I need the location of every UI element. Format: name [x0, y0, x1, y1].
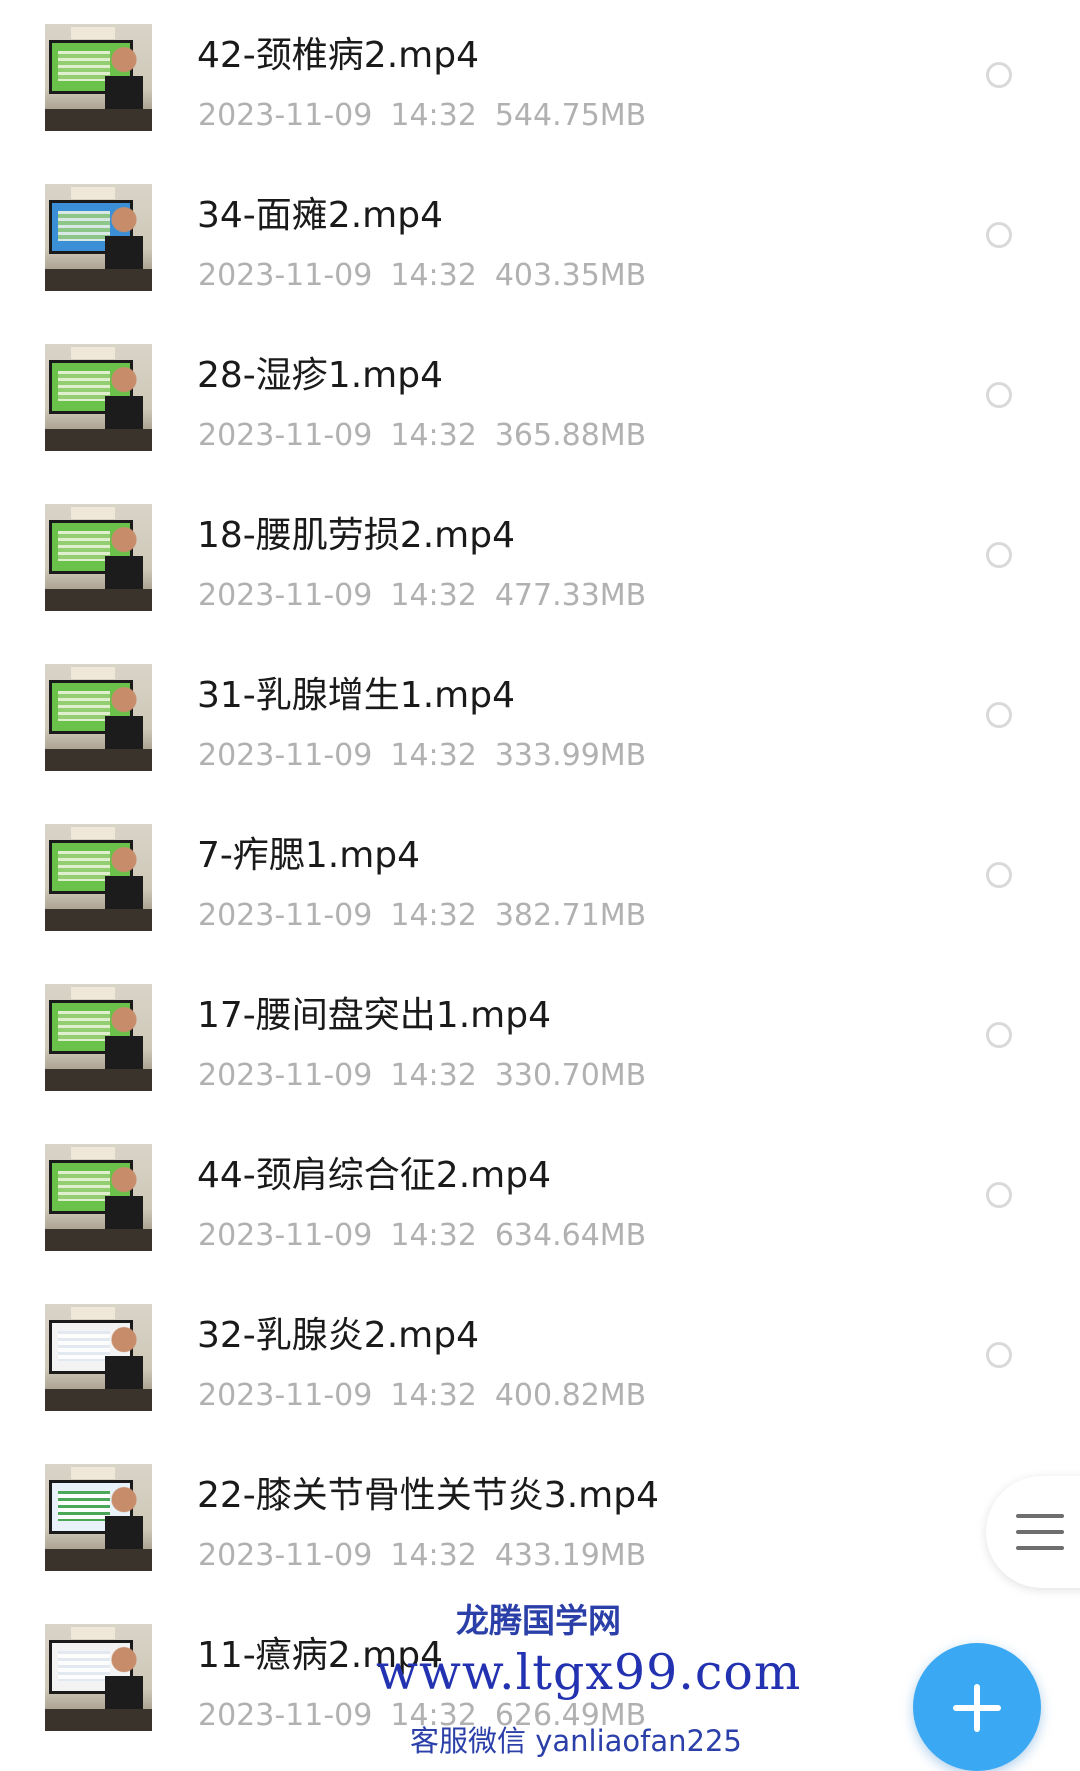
- file-size: 634.64MB: [494, 1218, 647, 1253]
- file-row[interactable]: 34-面瘫2.mp4 2023-11-09 14:32 403.35MB: [0, 160, 1080, 320]
- file-name: 44-颈肩综合征2.mp4: [197, 1155, 551, 1196]
- file-size: 365.88MB: [494, 418, 647, 453]
- video-thumbnail: [45, 664, 152, 771]
- file-date: 2023-11-09: [198, 1378, 373, 1413]
- file-name: 22-膝关节骨性关节炎3.mp4: [197, 1475, 659, 1516]
- file-name: 18-腰肌劳损2.mp4: [197, 515, 515, 556]
- video-thumbnail: [45, 1304, 152, 1411]
- file-row[interactable]: 32-乳腺炎2.mp4 2023-11-09 14:32 400.82MB: [0, 1280, 1080, 1440]
- file-time: 14:32: [390, 418, 477, 453]
- video-thumbnail: [45, 1144, 152, 1251]
- file-date: 2023-11-09: [198, 258, 373, 293]
- file-date: 2023-11-09: [198, 1538, 373, 1573]
- file-meta: 2023-11-09 14:32 382.71MB: [198, 898, 664, 934]
- radio-icon[interactable]: [986, 542, 1012, 568]
- file-time: 14:32: [390, 1538, 477, 1573]
- radio-icon[interactable]: [986, 702, 1012, 728]
- file-size: 382.71MB: [494, 898, 647, 933]
- add-button[interactable]: [913, 1643, 1041, 1771]
- file-meta: 2023-11-09 14:32 333.99MB: [198, 738, 664, 774]
- radio-icon[interactable]: [986, 1182, 1012, 1208]
- file-size: 403.35MB: [494, 258, 647, 293]
- radio-icon[interactable]: [986, 382, 1012, 408]
- radio-icon[interactable]: [986, 1022, 1012, 1048]
- file-name: 17-腰间盘突出1.mp4: [197, 995, 551, 1036]
- file-time: 14:32: [390, 1378, 477, 1413]
- file-time: 14:32: [390, 898, 477, 933]
- file-row[interactable]: 44-颈肩综合征2.mp4 2023-11-09 14:32 634.64MB: [0, 1120, 1080, 1280]
- file-row[interactable]: 31-乳腺增生1.mp4 2023-11-09 14:32 333.99MB: [0, 640, 1080, 800]
- file-date: 2023-11-09: [198, 98, 373, 133]
- file-date: 2023-11-09: [198, 1218, 373, 1253]
- file-meta: 2023-11-09 14:32 400.82MB: [198, 1378, 664, 1414]
- file-name: 32-乳腺炎2.mp4: [197, 1315, 479, 1356]
- watermark-contact: 客服微信 yanliaofan225: [410, 1724, 742, 1758]
- file-row[interactable]: 17-腰间盘突出1.mp4 2023-11-09 14:32 330.70MB: [0, 960, 1080, 1120]
- file-row[interactable]: 42-颈椎病2.mp4 2023-11-09 14:32 544.75MB: [0, 0, 1080, 160]
- file-row[interactable]: 28-湿疹1.mp4 2023-11-09 14:32 365.88MB: [0, 320, 1080, 480]
- file-meta: 2023-11-09 14:32 477.33MB: [198, 578, 664, 614]
- file-meta: 2023-11-09 14:32 433.19MB: [198, 1538, 664, 1574]
- file-meta: 2023-11-09 14:32 365.88MB: [198, 418, 664, 454]
- file-size: 477.33MB: [494, 578, 647, 613]
- file-date: 2023-11-09: [198, 1058, 373, 1093]
- file-date: 2023-11-09: [198, 578, 373, 613]
- file-name: 31-乳腺增生1.mp4: [197, 675, 515, 716]
- video-thumbnail: [45, 824, 152, 931]
- video-thumbnail: [45, 1624, 152, 1731]
- video-thumbnail: [45, 344, 152, 451]
- video-thumbnail: [45, 1464, 152, 1571]
- watermark-url: www.ltgx99.com: [376, 1644, 802, 1701]
- file-meta: 2023-11-09 14:32 403.35MB: [198, 258, 664, 294]
- file-time: 14:32: [390, 738, 477, 773]
- video-thumbnail: [45, 24, 152, 131]
- file-row[interactable]: 18-腰肌劳损2.mp4 2023-11-09 14:32 477.33MB: [0, 480, 1080, 640]
- file-size: 544.75MB: [494, 98, 647, 133]
- file-date: 2023-11-09: [198, 418, 373, 453]
- file-meta: 2023-11-09 14:32 544.75MB: [198, 98, 664, 134]
- radio-icon[interactable]: [986, 222, 1012, 248]
- file-size: 330.70MB: [494, 1058, 647, 1093]
- video-thumbnail: [45, 504, 152, 611]
- video-thumbnail: [45, 184, 152, 291]
- file-date: 2023-11-09: [198, 898, 373, 933]
- radio-icon[interactable]: [986, 62, 1012, 88]
- video-thumbnail: [45, 984, 152, 1091]
- file-size: 333.99MB: [494, 738, 647, 773]
- file-time: 14:32: [390, 1058, 477, 1093]
- file-meta: 2023-11-09 14:32 634.64MB: [198, 1218, 664, 1254]
- radio-icon[interactable]: [986, 1342, 1012, 1368]
- file-time: 14:32: [390, 258, 477, 293]
- watermark-site-name: 龙腾国学网: [456, 1601, 621, 1640]
- file-size: 400.82MB: [494, 1378, 647, 1413]
- file-name: 42-颈椎病2.mp4: [197, 35, 479, 76]
- file-time: 14:32: [390, 1218, 477, 1253]
- file-name: 34-面瘫2.mp4: [197, 195, 443, 236]
- file-row[interactable]: 22-膝关节骨性关节炎3.mp4 2023-11-09 14:32 433.19MB: [0, 1440, 1080, 1600]
- file-date: 2023-11-09: [198, 738, 373, 773]
- file-date: 2023-11-09: [198, 1698, 373, 1733]
- file-name: 28-湿疹1.mp4: [197, 355, 443, 396]
- file-meta: 2023-11-09 14:32 330.70MB: [198, 1058, 664, 1094]
- file-time: 14:32: [390, 578, 477, 613]
- file-row[interactable]: 7-痄腮1.mp4 2023-11-09 14:32 382.71MB: [0, 800, 1080, 960]
- file-name: 7-痄腮1.mp4: [197, 835, 421, 876]
- file-time: 14:32: [390, 98, 477, 133]
- file-size: 433.19MB: [494, 1538, 647, 1573]
- radio-icon[interactable]: [986, 862, 1012, 888]
